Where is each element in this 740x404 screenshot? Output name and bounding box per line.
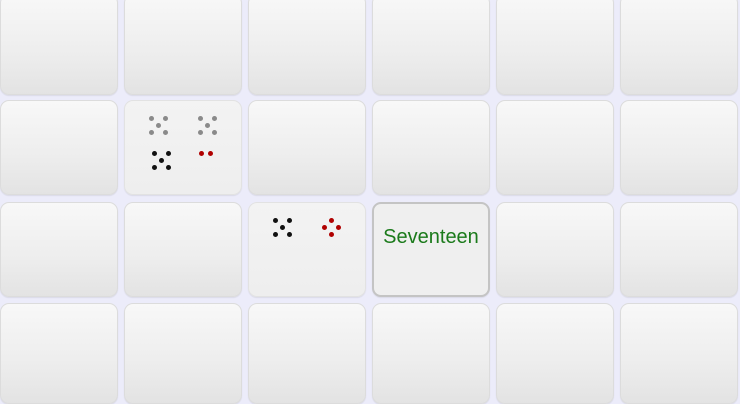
card-r0-c2[interactable]: [248, 0, 366, 95]
pip-gray-2: [205, 123, 210, 128]
card-r1-c3[interactable]: [372, 100, 490, 195]
card-r1-c4[interactable]: [496, 100, 614, 195]
card-r2-c1[interactable]: [124, 202, 242, 297]
pip-red-1: [208, 151, 213, 156]
card-r2-c4[interactable]: [496, 202, 614, 297]
card-word: Seventeen: [383, 226, 479, 248]
pip-black-0: [273, 218, 278, 223]
pip-black-4: [166, 165, 171, 170]
pip-red-2: [336, 225, 341, 230]
card-r0-c4[interactable]: [496, 0, 614, 95]
card-r2-c5[interactable]: [620, 202, 738, 297]
pip-black-2: [280, 225, 285, 230]
card-r3-c3[interactable]: [372, 303, 490, 404]
pip-red-3: [329, 232, 334, 237]
card-r1-c1-dice[interactable]: [124, 100, 242, 195]
card-r0-c1[interactable]: [124, 0, 242, 95]
card-r0-c5[interactable]: [620, 0, 738, 95]
pip-gray-3: [149, 130, 154, 135]
pip-red-0: [329, 218, 334, 223]
card-r3-c4[interactable]: [496, 303, 614, 404]
card-r2-c3-selected[interactable]: Seventeen: [372, 202, 490, 297]
card-r0-c0[interactable]: [0, 0, 118, 95]
pip-black-2: [159, 158, 164, 163]
pip-gray-1: [212, 116, 217, 121]
card-r3-c2[interactable]: [248, 303, 366, 404]
card-r1-c5[interactable]: [620, 100, 738, 195]
pip-black-1: [287, 218, 292, 223]
pip-black-1: [166, 151, 171, 156]
pip-red-0: [199, 151, 204, 156]
pip-red-1: [322, 225, 327, 230]
card-r3-c0[interactable]: [0, 303, 118, 404]
game-board: Seventeen: [0, 0, 740, 404]
pip-gray-3: [198, 130, 203, 135]
pip-gray-4: [163, 130, 168, 135]
pip-gray-0: [198, 116, 203, 121]
card-r1-c0[interactable]: [0, 100, 118, 195]
card-r3-c5[interactable]: [620, 303, 738, 404]
card-r2-c2-dice[interactable]: [248, 202, 366, 297]
pip-black-4: [287, 232, 292, 237]
pip-gray-1: [163, 116, 168, 121]
card-r2-c0[interactable]: [0, 202, 118, 297]
pip-black-3: [273, 232, 278, 237]
card-r3-c1[interactable]: [124, 303, 242, 404]
pip-black-0: [152, 151, 157, 156]
pip-gray-4: [212, 130, 217, 135]
card-r0-c3[interactable]: [372, 0, 490, 95]
pip-gray-0: [149, 116, 154, 121]
card-r1-c2[interactable]: [248, 100, 366, 195]
pip-gray-2: [156, 123, 161, 128]
pip-black-3: [152, 165, 157, 170]
